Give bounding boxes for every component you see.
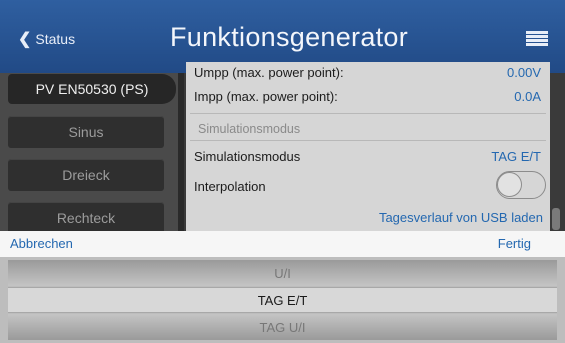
mode-button-sinus[interactable]: Sinus: [8, 116, 164, 148]
umpp-value[interactable]: 0.00V: [507, 65, 541, 80]
separator: [190, 140, 546, 141]
interpolation-label: Interpolation: [194, 179, 266, 194]
impp-value[interactable]: 0.0A: [514, 89, 541, 104]
back-label: Status: [35, 31, 76, 47]
umpp-label: Umpp (max. power point):: [194, 65, 344, 80]
mode-button-rechteck[interactable]: Rechteck: [8, 202, 164, 234]
scrollbar[interactable]: [552, 208, 560, 230]
hamburger-menu-icon[interactable]: [526, 31, 548, 46]
sim-mode-value[interactable]: TAG E/T: [491, 149, 541, 164]
section-title: Simulationsmodus: [198, 122, 301, 136]
picker-toolbar: [0, 231, 565, 257]
settings-panel: [186, 62, 550, 232]
usb-load-link[interactable]: Tagesverlauf von USB laden: [379, 210, 543, 225]
back-button[interactable]: ❮ Status: [18, 29, 75, 49]
panel-divider: [178, 73, 184, 231]
interpolation-toggle[interactable]: [496, 171, 546, 199]
sim-mode-label: Simulationsmodus: [194, 149, 301, 164]
picker-option[interactable]: U/I: [8, 260, 557, 286]
cancel-button[interactable]: Abbrechen: [10, 236, 73, 251]
done-button[interactable]: Fertig: [498, 236, 531, 251]
mode-button-dreieck[interactable]: Dreieck: [8, 159, 164, 191]
picker-option-selected[interactable]: TAG E/T: [8, 287, 557, 313]
chevron-left-icon: ❮: [18, 31, 32, 48]
mode-active-pv[interactable]: PV EN50530 (PS): [8, 74, 176, 104]
page-title: Funktionsgenerator: [170, 22, 409, 52]
separator: [190, 113, 546, 114]
picker-option[interactable]: TAG U/I: [8, 314, 557, 340]
toggle-knob: [497, 172, 522, 197]
impp-label: Impp (max. power point):: [194, 89, 338, 104]
